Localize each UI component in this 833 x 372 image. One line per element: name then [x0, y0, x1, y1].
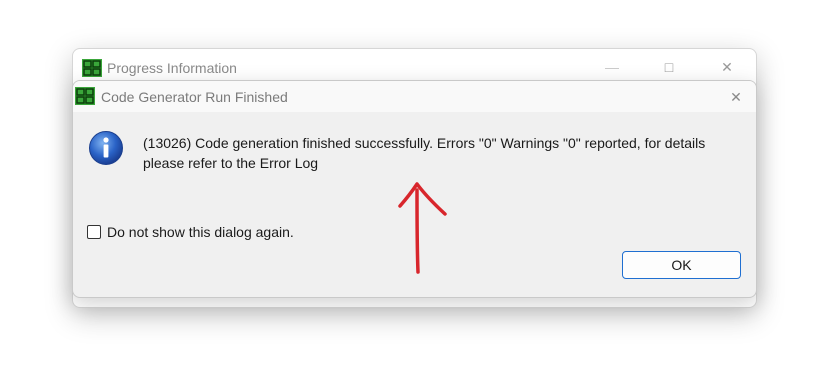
maximize-button[interactable]: □ — [657, 57, 681, 77]
dialog-titlebar[interactable]: Code Generator Run Finished ✕ — [73, 81, 756, 112]
progress-window-titlebar[interactable]: Progress Information — □ ✕ — [73, 49, 756, 83]
screen: Progress Information — □ ✕ Code Generato… — [0, 0, 833, 372]
app-logo-icon — [82, 59, 102, 82]
app-logo-icon — [75, 87, 95, 110]
dont-show-again-checkbox[interactable] — [87, 225, 101, 239]
progress-window-title: Progress Information — [107, 60, 237, 76]
minimize-button[interactable]: — — [600, 57, 624, 77]
dialog-close-button[interactable]: ✕ — [724, 87, 748, 107]
ok-button[interactable]: OK — [622, 251, 741, 279]
dont-show-again-label[interactable]: Do not show this dialog again. — [107, 224, 294, 240]
information-icon — [88, 130, 124, 171]
red-arrow-annotation — [390, 178, 450, 283]
dont-show-again-option[interactable]: Do not show this dialog again. — [87, 223, 294, 241]
dialog-message: (13026) Code generation finished success… — [143, 135, 706, 171]
dialog-title: Code Generator Run Finished — [101, 89, 288, 105]
close-button[interactable]: ✕ — [715, 57, 739, 77]
